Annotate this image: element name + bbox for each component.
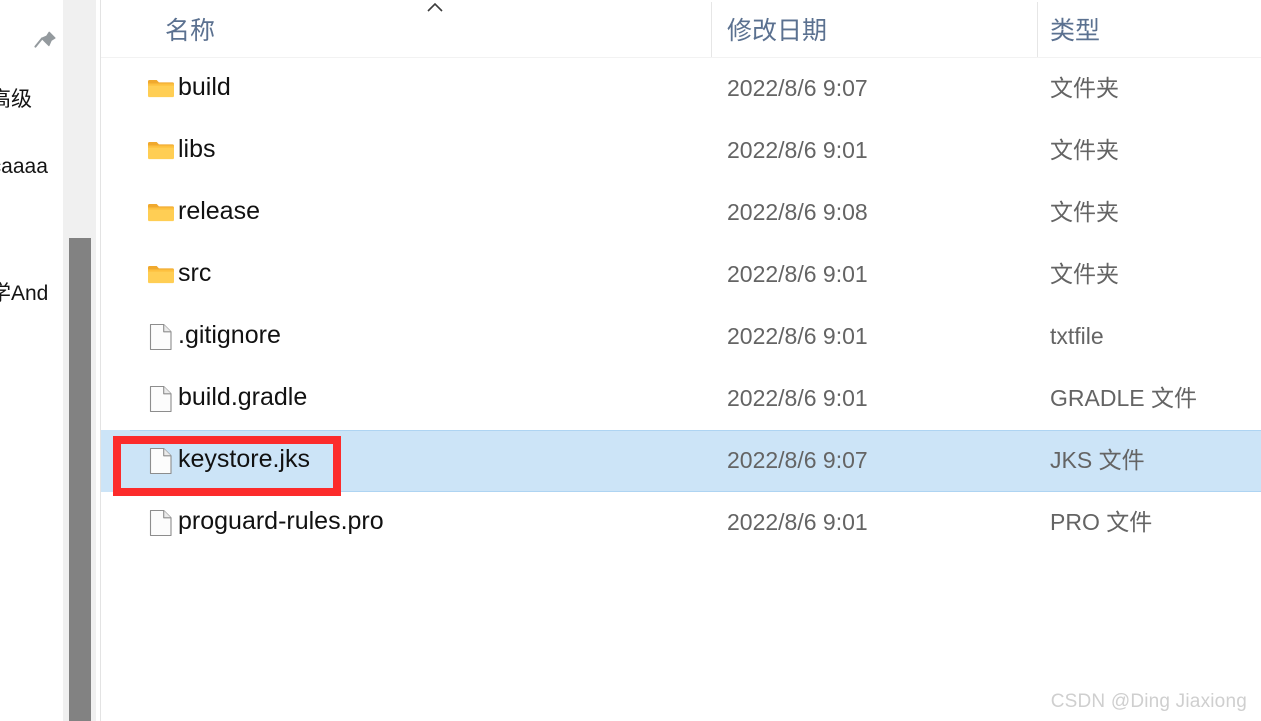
file-date-modified: 2022/8/6 9:08 xyxy=(727,199,868,225)
chevron-up-icon xyxy=(425,0,445,14)
file-date-modified: 2022/8/6 9:01 xyxy=(727,385,868,411)
file-row[interactable]: libs 2022/8/6 9:01 文件夹 xyxy=(101,120,1261,182)
file-row[interactable]: build 2022/8/6 9:07 文件夹 xyxy=(101,58,1261,120)
file-row[interactable]: .gitignore 2022/8/6 9:01 txtfile xyxy=(101,306,1261,368)
file-type: 文件夹 xyxy=(1050,137,1119,163)
file-date-modified: 2022/8/6 9:01 xyxy=(727,509,868,535)
file-date-modified: 2022/8/6 9:07 xyxy=(727,447,868,473)
file-date-modified: 2022/8/6 9:01 xyxy=(727,323,868,349)
file-row[interactable]: src 2022/8/6 9:01 文件夹 xyxy=(101,244,1261,306)
column-header-date-modified[interactable]: 修改日期 xyxy=(727,16,827,46)
column-header-type[interactable]: 类型 xyxy=(1050,16,1100,46)
file-name[interactable]: proguard-rules.pro xyxy=(178,505,384,539)
file-row[interactable]: build.gradle 2022/8/6 9:01 GRADLE 文件 xyxy=(101,368,1261,430)
folder-icon xyxy=(147,199,175,227)
file-icon xyxy=(147,323,175,351)
vertical-scrollbar[interactable] xyxy=(63,0,96,721)
nav-item-label-2[interactable]: 学And xyxy=(0,283,48,304)
watermark: CSDN @Ding Jiaxiong xyxy=(1050,691,1247,712)
column-header-row: 名称 修改日期 类型 xyxy=(101,0,1261,58)
file-type: PRO 文件 xyxy=(1050,509,1153,535)
nav-item-label-1[interactable]: icaaaa xyxy=(0,156,48,177)
file-icon xyxy=(147,447,175,475)
file-name[interactable]: build xyxy=(178,71,231,105)
column-divider-1[interactable] xyxy=(711,2,712,57)
file-name[interactable]: libs xyxy=(178,133,216,167)
navigation-pane[interactable]: 高级 icaaaa 学And xyxy=(0,0,63,721)
column-header-name[interactable]: 名称 xyxy=(165,16,215,46)
column-divider-2[interactable] xyxy=(1037,2,1038,57)
file-row[interactable]: proguard-rules.pro 2022/8/6 9:01 PRO 文件 xyxy=(101,492,1261,554)
file-list-pane: 名称 修改日期 类型 build 2022/8/6 9:07 文件夹 libs 2022… xyxy=(101,0,1261,721)
file-type: 文件夹 xyxy=(1050,75,1119,101)
file-rows: build 2022/8/6 9:07 文件夹 libs 2022/8/6 9:01 文件… xyxy=(101,58,1261,554)
pin-icon[interactable] xyxy=(30,27,60,57)
folder-icon xyxy=(147,75,175,103)
file-date-modified: 2022/8/6 9:01 xyxy=(727,137,868,163)
file-name[interactable]: build.gradle xyxy=(178,381,307,415)
file-name[interactable]: keystore.jks xyxy=(178,443,310,477)
folder-icon xyxy=(147,261,175,289)
file-row[interactable]: keystore.jks 2022/8/6 9:07 JKS 文件 xyxy=(101,430,1261,492)
file-type: 文件夹 xyxy=(1050,261,1119,287)
nav-item-label-0[interactable]: 高级 xyxy=(0,89,32,110)
file-date-modified: 2022/8/6 9:07 xyxy=(727,75,868,101)
file-name[interactable]: .gitignore xyxy=(178,319,281,353)
file-icon xyxy=(147,509,175,537)
file-type: 文件夹 xyxy=(1050,199,1119,225)
scrollbar-thumb[interactable] xyxy=(69,238,91,721)
file-name[interactable]: release xyxy=(178,195,260,229)
file-type: txtfile xyxy=(1050,323,1104,349)
file-type: JKS 文件 xyxy=(1050,447,1145,473)
file-icon xyxy=(147,385,175,413)
folder-icon xyxy=(147,137,175,165)
file-name[interactable]: src xyxy=(178,257,211,291)
file-date-modified: 2022/8/6 9:01 xyxy=(727,261,868,287)
file-type: GRADLE 文件 xyxy=(1050,385,1197,411)
file-row[interactable]: release 2022/8/6 9:08 文件夹 xyxy=(101,182,1261,244)
